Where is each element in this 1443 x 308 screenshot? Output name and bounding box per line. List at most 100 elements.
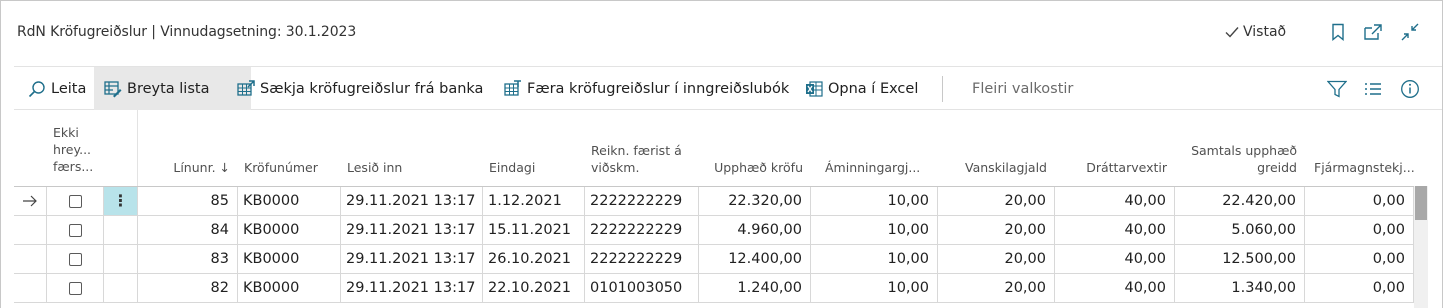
row-indicator	[14, 245, 47, 273]
cell-reminder-fee[interactable]: 10,00	[811, 216, 938, 244]
cell-interest[interactable]: 40,00	[1055, 187, 1175, 215]
action-bar: Leita Breyta lista Sækja kröfugreiðslur …	[14, 66, 1442, 110]
cell-read-in[interactable]: 29.11.2021 13:17	[341, 245, 483, 273]
col-header-total-paid[interactable]: Samtals upphæð greidd	[1175, 110, 1305, 186]
cell-late-fee[interactable]: 20,00	[938, 216, 1055, 244]
table-row[interactable]: ⋮ 85 KB0000 29.11.2021 13:17 1.12.2021 222222…	[14, 187, 1414, 216]
open-in-excel-button[interactable]: Opna í Excel	[795, 67, 928, 110]
cell-claim-amount[interactable]: 1.240,00	[699, 274, 811, 302]
checkbox[interactable]	[68, 194, 82, 208]
more-actions-icon[interactable]: ⋮	[113, 193, 129, 209]
list-icon[interactable]	[1363, 79, 1383, 99]
cell-late-fee[interactable]: 20,00	[938, 274, 1055, 302]
cell-reminder-fee[interactable]: 10,00	[811, 245, 938, 273]
post-label: Færa kröfugreiðslur í inngreiðslubók	[527, 80, 790, 97]
cell-claim-amount[interactable]: 4.960,00	[699, 216, 811, 244]
cell-total-paid[interactable]: 1.340,00	[1175, 274, 1305, 302]
fetch-payments-button[interactable]: Sækja kröfugreiðslur frá banka	[227, 67, 493, 110]
open-new-window-icon[interactable]	[1363, 22, 1383, 42]
col-header-label: Samtals upphæð greidd	[1191, 143, 1297, 176]
cell-due-date[interactable]: 15.11.2021	[483, 216, 585, 244]
cell-capital-income[interactable]: 0,00	[1305, 187, 1414, 215]
cell-due-date[interactable]: 1.12.2021	[483, 187, 585, 215]
cell-line-no[interactable]: 85	[138, 187, 238, 215]
cell-read-in[interactable]: 29.11.2021 13:17	[341, 274, 483, 302]
cell-total-paid[interactable]: 5.060,00	[1175, 216, 1305, 244]
cell-claim-amount[interactable]: 12.400,00	[699, 245, 811, 273]
post-payments-button[interactable]: Færa kröfugreiðslur í inngreiðslubók	[494, 67, 799, 110]
cell-line-no[interactable]: 82	[138, 274, 238, 302]
checkbox[interactable]	[68, 223, 82, 237]
cell-total-paid[interactable]: 12.500,00	[1175, 245, 1305, 273]
not-modified-checkbox[interactable]	[47, 274, 104, 302]
table-row[interactable]: 83 KB0000 29.11.2021 13:17 26.10.2021 222222…	[14, 245, 1414, 274]
current-row-arrow-icon	[23, 195, 37, 207]
cell-customer-account[interactable]: 0101003050	[585, 274, 699, 302]
col-header-label: Ekki hrey... færs...	[53, 125, 94, 174]
col-header-due-date[interactable]: Eindagi	[483, 110, 585, 186]
col-header-reminder-fee[interactable]: Áminningargj...	[819, 110, 938, 186]
not-modified-checkbox[interactable]	[47, 187, 104, 215]
col-header-not-modified[interactable]: Ekki hrey... færs...	[47, 110, 107, 186]
filter-icon[interactable]	[1327, 79, 1347, 99]
cell-interest[interactable]: 40,00	[1055, 274, 1175, 302]
cell-read-in[interactable]: 29.11.2021 13:17	[341, 216, 483, 244]
row-actions[interactable]	[104, 274, 138, 302]
search-button[interactable]: Leita	[18, 67, 96, 110]
row-actions[interactable]: ⋮	[104, 187, 138, 215]
collapse-icon[interactable]	[1400, 22, 1420, 42]
col-header-late-fee[interactable]: Vanskilagjald	[938, 110, 1055, 186]
col-header-read-in[interactable]: Lesið inn	[341, 110, 483, 186]
row-indicator	[14, 187, 47, 215]
cell-capital-income[interactable]: 0,00	[1305, 216, 1414, 244]
col-header-capital-income[interactable]: Fjármagnstekj...	[1308, 110, 1415, 186]
checkbox[interactable]	[68, 252, 82, 266]
cell-claim-no[interactable]: KB0000	[238, 187, 341, 215]
cell-reminder-fee[interactable]: 10,00	[811, 274, 938, 302]
more-options-button[interactable]: Fleiri valkostir	[972, 67, 1073, 110]
cell-customer-account[interactable]: 2222222229	[585, 216, 699, 244]
row-indicator	[14, 274, 47, 302]
bookmark-icon[interactable]	[1328, 22, 1348, 42]
table-row[interactable]: 82 KB0000 29.11.2021 13:17 22.10.2021 010100…	[14, 274, 1414, 303]
cell-reminder-fee[interactable]: 10,00	[811, 187, 938, 215]
cell-due-date[interactable]: 26.10.2021	[483, 245, 585, 273]
not-modified-checkbox[interactable]	[47, 216, 104, 244]
cell-read-in[interactable]: 29.11.2021 13:17	[341, 187, 483, 215]
page-title: RdN Kröfugreiðslur | Vinnudagsetning: 30…	[17, 24, 357, 40]
cell-due-date[interactable]: 22.10.2021	[483, 274, 585, 302]
row-actions[interactable]	[104, 216, 138, 244]
info-icon[interactable]	[1400, 79, 1420, 99]
col-header-claim-no[interactable]: Kröfunúmer	[238, 110, 341, 186]
col-header-claim-amount[interactable]: Upphæð kröfu	[699, 110, 811, 186]
saved-label: Vistað	[1243, 24, 1287, 40]
scrollbar-thumb[interactable]	[1415, 186, 1427, 220]
table-row[interactable]: 84 KB0000 29.11.2021 13:17 15.11.2021 222222…	[14, 216, 1414, 245]
cell-interest[interactable]: 40,00	[1055, 216, 1175, 244]
cell-interest[interactable]: 40,00	[1055, 245, 1175, 273]
cell-customer-account[interactable]: 2222222229	[585, 187, 699, 215]
search-icon	[28, 80, 46, 98]
cell-late-fee[interactable]: 20,00	[938, 245, 1055, 273]
cell-late-fee[interactable]: 20,00	[938, 187, 1055, 215]
checkbox[interactable]	[68, 281, 82, 295]
cell-claim-no[interactable]: KB0000	[238, 216, 341, 244]
cell-customer-account[interactable]: 2222222229	[585, 245, 699, 273]
cell-claim-no[interactable]: KB0000	[238, 274, 341, 302]
cell-claim-amount[interactable]: 22.320,00	[699, 187, 811, 215]
check-icon	[1225, 27, 1239, 38]
cell-line-no[interactable]: 83	[138, 245, 238, 273]
cell-claim-no[interactable]: KB0000	[238, 245, 341, 273]
row-actions[interactable]	[104, 245, 138, 273]
fetch-label: Sækja kröfugreiðslur frá banka	[260, 80, 484, 97]
cell-total-paid[interactable]: 22.420,00	[1175, 187, 1305, 215]
action-separator	[942, 76, 943, 102]
col-header-line-no[interactable]: Línunr. ↓	[138, 110, 238, 186]
cell-line-no[interactable]: 84	[138, 216, 238, 244]
cell-capital-income[interactable]: 0,00	[1305, 274, 1414, 302]
col-header-interest[interactable]: Dráttarvextir	[1055, 110, 1175, 186]
not-modified-checkbox[interactable]	[47, 245, 104, 273]
col-header-customer-account[interactable]: Reikn. færist á viðskm.	[585, 110, 699, 186]
cell-capital-income[interactable]: 0,00	[1305, 245, 1414, 273]
excel-label: Opna í Excel	[828, 80, 919, 97]
